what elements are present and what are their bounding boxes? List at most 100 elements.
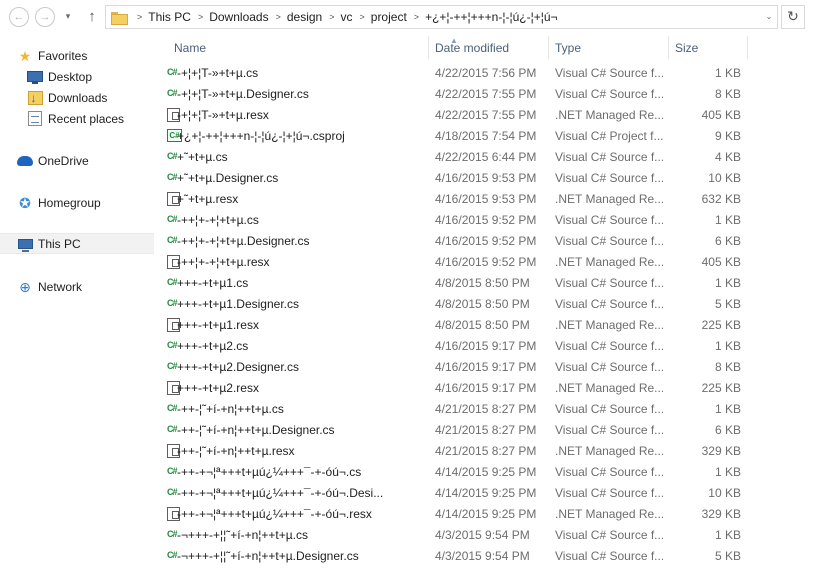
breadcrumb-downloads[interactable]: > Downloads bbox=[191, 6, 269, 28]
file-name[interactable]: +++-+t+µ2.cs bbox=[177, 334, 433, 355]
breadcrumb-separator-icon[interactable]: > bbox=[276, 12, 281, 22]
folder-icon bbox=[111, 11, 128, 25]
breadcrumb-current-folder[interactable]: > +¿+¦-++¦+++n-¦-¦ú¿-¦+¦ú¬ bbox=[407, 6, 558, 28]
file-name[interactable]: +++-+t+µ2.Designer.cs bbox=[177, 355, 433, 376]
file-date-modified: 4/21/2015 8:27 PM bbox=[435, 444, 537, 458]
file-row[interactable]: C# +++-+t+µ1.Designer.cs 4/8/2015 8:50 PM V… bbox=[167, 292, 813, 313]
back-arrow-icon[interactable]: ← bbox=[9, 7, 29, 27]
file-row[interactable]: C# -++-¦˜+í-+n¦++t+µ.Designer.cs 4/21/2015… bbox=[167, 418, 813, 439]
file-row[interactable]: C# +++-+t+µ1.cs 4/8/2015 8:50 PM Visual C# … bbox=[167, 271, 813, 292]
file-type: .NET Managed Re... bbox=[555, 318, 663, 332]
file-date-modified: 4/22/2015 7:55 PM bbox=[435, 87, 537, 101]
nav-onedrive[interactable]: OneDrive bbox=[17, 150, 89, 171]
address-bar[interactable]: > This PC > Downloads > design > vc > pr… bbox=[105, 5, 778, 29]
breadcrumb-separator-icon[interactable]: > bbox=[329, 12, 334, 22]
file-name[interactable]: +˜+t+µ.cs bbox=[177, 145, 433, 166]
column-header-size[interactable]: Size bbox=[669, 34, 747, 59]
file-row[interactable]: C# +++-+t+µ2.Designer.cs 4/16/2015 9:17 PM… bbox=[167, 355, 813, 376]
downloads-folder-icon bbox=[27, 90, 43, 106]
file-row[interactable]: -++¦+-+¦+t+µ.resx 4/16/2015 9:52 PM .NET M… bbox=[167, 250, 813, 271]
recent-locations-icon[interactable]: ▾ bbox=[62, 10, 74, 22]
nav-homegroup[interactable]: ✪ Homegroup bbox=[17, 192, 101, 213]
file-date-modified: 4/16/2015 9:52 PM bbox=[435, 213, 537, 227]
file-row[interactable]: -+¦+¦T-»+t+µ.resx 4/22/2015 7:55 PM .NET M… bbox=[167, 103, 813, 124]
file-row[interactable]: C# -¬+++-+¦¦˜+í-+n¦++t+µ.Designer.cs 4/3/2… bbox=[167, 544, 813, 565]
up-arrow-icon[interactable]: ↑ bbox=[84, 7, 100, 27]
breadcrumb-project[interactable]: > project bbox=[353, 6, 407, 28]
breadcrumb-this-pc[interactable]: > This PC bbox=[130, 6, 191, 28]
file-row[interactable]: -++-¦˜+í-+n¦++t+µ.resx 4/21/2015 8:27 PM.… bbox=[167, 439, 813, 460]
file-name[interactable]: -++-+¬¦ª+++t+µú¿¼+++¯-+-óú¬.cs bbox=[177, 460, 433, 481]
breadcrumb-separator-icon[interactable]: > bbox=[414, 12, 419, 22]
file-row[interactable]: C# -¬+++-+¦¦˜+í-+n¦++t+µ.cs 4/3/2015 9:54 … bbox=[167, 523, 813, 544]
file-name[interactable]: -++¦+-+¦+t+µ.resx bbox=[177, 250, 433, 271]
file-type: Visual C# Source f... bbox=[555, 486, 663, 500]
file-date-modified: 4/16/2015 9:17 PM bbox=[435, 360, 537, 374]
homegroup-icon: ✪ bbox=[19, 194, 31, 211]
nav-recent-places[interactable]: Recent places bbox=[27, 108, 124, 129]
file-size: 405 KB bbox=[701, 108, 741, 122]
column-header-date-modified[interactable]: Date modified bbox=[429, 34, 547, 59]
column-header-name[interactable]: Name bbox=[168, 34, 428, 59]
file-name[interactable]: +++-+t+µ1.cs bbox=[177, 271, 433, 292]
nav-downloads[interactable]: Downloads bbox=[27, 87, 107, 108]
breadcrumb-vc[interactable]: > vc bbox=[322, 6, 352, 28]
file-row[interactable]: +++-+t+µ2.resx 4/16/2015 9:17 PM .NET Mana… bbox=[167, 376, 813, 397]
file-name[interactable]: +++-+t+µ1.resx bbox=[177, 313, 433, 334]
file-row[interactable]: +++-+t+µ1.resx 4/8/2015 8:50 PM .NET Manag… bbox=[167, 313, 813, 334]
file-date-modified: 4/16/2015 9:53 PM bbox=[435, 171, 537, 185]
file-name[interactable]: -+¦+¦T-»+t+µ.Designer.cs bbox=[177, 82, 433, 103]
file-row[interactable]: C# -++¦+-+¦+t+µ.Designer.cs 4/16/2015 9:52… bbox=[167, 229, 813, 250]
breadcrumb-separator-icon[interactable]: > bbox=[198, 12, 203, 22]
forward-arrow-icon[interactable]: → bbox=[35, 7, 55, 27]
file-row[interactable]: C# +++-+t+µ2.cs 4/16/2015 9:17 PM Visual C#… bbox=[167, 334, 813, 355]
file-type: Visual C# Source f... bbox=[555, 171, 663, 185]
file-name[interactable]: -+¦+¦T-»+t+µ.cs bbox=[177, 61, 433, 82]
file-type: Visual C# Source f... bbox=[555, 66, 663, 80]
file-name[interactable]: +˜+t+µ.resx bbox=[177, 187, 433, 208]
refresh-icon[interactable]: ↻ bbox=[781, 5, 805, 29]
file-type: Visual C# Source f... bbox=[555, 465, 663, 479]
column-header-type[interactable]: Type bbox=[549, 34, 667, 59]
breadcrumb-design[interactable]: > design bbox=[269, 6, 323, 28]
file-row[interactable]: -++-+¬¦ª+++t+µú¿¼+++¯-+-óú¬.resx 4/14/201… bbox=[167, 502, 813, 523]
nav-favorites[interactable]: ★ Favorites bbox=[17, 45, 88, 66]
address-dropdown-icon[interactable]: ⌄ bbox=[760, 5, 778, 29]
breadcrumb-separator-icon[interactable]: > bbox=[137, 12, 142, 22]
file-name[interactable]: -¬+++-+¦¦˜+í-+n¦++t+µ.cs bbox=[177, 523, 433, 544]
file-row[interactable]: C# +˜+t+µ.Designer.cs 4/16/2015 9:53 PM Vis… bbox=[167, 166, 813, 187]
nav-desktop[interactable]: Desktop bbox=[27, 66, 92, 87]
breadcrumb-separator-icon[interactable]: > bbox=[360, 12, 365, 22]
file-row[interactable]: C# +¿+¦-++¦+++n-¦-¦ú¿-¦+¦ú¬.csproj 4/18/20… bbox=[167, 124, 813, 145]
file-name[interactable]: +++-+t+µ1.Designer.cs bbox=[177, 292, 433, 313]
file-date-modified: 4/22/2015 7:56 PM bbox=[435, 66, 537, 80]
file-row[interactable]: C# +˜+t+µ.cs 4/22/2015 6:44 PM Visual C# So… bbox=[167, 145, 813, 166]
file-size: 1 KB bbox=[714, 465, 741, 479]
file-row[interactable]: +˜+t+µ.resx 4/16/2015 9:53 PM .NET Managed… bbox=[167, 187, 813, 208]
file-name[interactable]: -++¦+-+¦+t+µ.Designer.cs bbox=[177, 229, 433, 250]
file-name[interactable]: -++-+¬¦ª+++t+µú¿¼+++¯-+-óú¬.resx bbox=[177, 502, 433, 523]
file-date-modified: 4/22/2015 6:44 PM bbox=[435, 150, 537, 164]
file-name[interactable]: -++-¦˜+í-+n¦++t+µ.resx bbox=[177, 439, 433, 460]
file-type: Visual C# Source f... bbox=[555, 150, 663, 164]
file-name[interactable]: +˜+t+µ.Designer.cs bbox=[177, 166, 433, 187]
file-row[interactable]: C# -+¦+¦T-»+t+µ.Designer.cs 4/22/2015 7:55… bbox=[167, 82, 813, 103]
nav-this-pc[interactable]: This PC bbox=[0, 233, 154, 254]
file-name[interactable]: -¬+++-+¦¦˜+í-+n¦++t+µ.Designer.cs bbox=[177, 544, 433, 565]
file-name[interactable]: +++-+t+µ2.resx bbox=[177, 376, 433, 397]
file-row[interactable]: C# -+¦+¦T-»+t+µ.cs 4/22/2015 7:56 PM Visual… bbox=[167, 61, 813, 82]
file-row[interactable]: C# -++-+¬¦ª+++t+µú¿¼+++¯-+-óú¬.cs 4/14/201… bbox=[167, 460, 813, 481]
file-name[interactable]: -+¦+¦T-»+t+µ.resx bbox=[177, 103, 433, 124]
file-name[interactable]: +¿+¦-++¦+++n-¦-¦ú¿-¦+¦ú¬.csproj bbox=[177, 124, 433, 145]
file-size: 5 KB bbox=[714, 549, 741, 563]
file-type: .NET Managed Re... bbox=[555, 381, 663, 395]
file-row[interactable]: C# -++-¦˜+í-+n¦++t+µ.cs 4/21/2015 8:27 PM V… bbox=[167, 397, 813, 418]
file-name[interactable]: -++-¦˜+í-+n¦++t+µ.cs bbox=[177, 397, 433, 418]
file-row[interactable]: C# -++-+¬¦ª+++t+µú¿¼+++¯-+-óú¬.Desi... 4/1… bbox=[167, 481, 813, 502]
file-name[interactable]: -++-+¬¦ª+++t+µú¿¼+++¯-+-óú¬.Desi... bbox=[177, 481, 433, 502]
file-name[interactable]: -++-¦˜+í-+n¦++t+µ.Designer.cs bbox=[177, 418, 433, 439]
nav-network[interactable]: ⊕ Network bbox=[17, 276, 82, 297]
file-date-modified: 4/21/2015 8:27 PM bbox=[435, 423, 537, 437]
file-row[interactable]: C# -++¦+-+¦+t+µ.cs 4/16/2015 9:52 PM Visual… bbox=[167, 208, 813, 229]
file-name[interactable]: -++¦+-+¦+t+µ.cs bbox=[177, 208, 433, 229]
